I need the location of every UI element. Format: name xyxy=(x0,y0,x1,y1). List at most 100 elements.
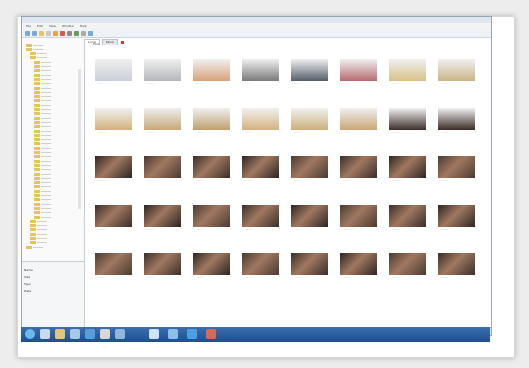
thumbnail-image xyxy=(438,107,475,130)
app-icon[interactable] xyxy=(206,329,216,339)
folder-icon xyxy=(34,73,40,77)
image-thumbnail[interactable]: ........... xyxy=(242,204,279,231)
folder-label xyxy=(41,164,51,166)
image-thumbnail[interactable]: ........... xyxy=(291,204,328,231)
image-thumbnail[interactable]: ........... xyxy=(438,156,475,182)
image-thumbnail[interactable]: ........... xyxy=(291,156,328,182)
image-thumbnail[interactable]: ........... xyxy=(144,107,181,134)
image-thumbnail[interactable]: ........... xyxy=(389,156,426,182)
image-thumbnail[interactable]: ........... xyxy=(438,59,475,85)
thumbnail-image xyxy=(193,253,230,275)
search-icon[interactable] xyxy=(149,329,159,339)
sidebar-scrollbar[interactable] xyxy=(78,69,81,209)
folder-label xyxy=(41,177,51,179)
image-thumbnail[interactable]: ........... xyxy=(291,59,328,85)
app-icon[interactable] xyxy=(168,329,178,339)
settings-icon[interactable] xyxy=(81,30,86,36)
search-icon[interactable] xyxy=(88,30,93,36)
image-thumbnail[interactable]: ........... xyxy=(340,156,377,182)
image-thumbnail[interactable]: ........... xyxy=(242,59,279,85)
image-thumbnail[interactable]: ........... xyxy=(144,156,181,182)
image-thumbnail[interactable]: ........... xyxy=(193,204,230,231)
folder-icon xyxy=(30,52,36,56)
image-thumbnail[interactable]: ........... xyxy=(438,107,475,134)
folder-label xyxy=(33,44,43,46)
image-thumbnail[interactable]: ........... xyxy=(389,107,426,134)
thumbnail-caption: ........... xyxy=(98,277,105,279)
thumbnail-image xyxy=(193,204,230,227)
folder-icon xyxy=(34,112,40,116)
media-icon[interactable] xyxy=(70,329,80,339)
folder-label xyxy=(41,134,51,136)
image-thumbnail[interactable]: ........... xyxy=(144,59,181,85)
explorer-icon[interactable] xyxy=(55,329,65,339)
image-thumbnail[interactable]: ........... xyxy=(291,253,328,279)
thumbnail-caption: ........... xyxy=(294,180,301,182)
image-thumbnail[interactable]: ........... xyxy=(193,156,230,182)
delete-icon[interactable] xyxy=(60,30,65,36)
app-icon[interactable] xyxy=(115,329,125,339)
image-thumbnail[interactable]: ........... xyxy=(340,253,377,279)
image-thumbnail[interactable]: ........... xyxy=(340,204,377,231)
toolbar xyxy=(22,29,491,38)
folder-icon xyxy=(34,168,40,172)
folder-icon[interactable] xyxy=(39,30,44,36)
app-icon[interactable] xyxy=(187,329,197,339)
thumbnail-image xyxy=(144,204,181,227)
thumbnail-caption: ........... xyxy=(343,277,350,279)
image-thumbnail[interactable]: ........... xyxy=(144,204,181,231)
image-thumbnail[interactable]: ........... xyxy=(438,204,475,231)
app-icon[interactable] xyxy=(100,329,110,339)
image-thumbnail[interactable]: ........... xyxy=(242,156,279,182)
folder-tree xyxy=(22,39,84,261)
app-icon[interactable] xyxy=(85,329,95,339)
image-thumbnail[interactable]: ........... xyxy=(438,253,475,279)
image-thumbnail[interactable]: ........... xyxy=(242,107,279,134)
folder-icon xyxy=(34,86,40,90)
prop-row: Size xyxy=(24,275,30,280)
tree-folder-item[interactable] xyxy=(26,245,43,249)
image-thumbnail[interactable]: ........... xyxy=(95,253,132,279)
close-tab-icon[interactable] xyxy=(120,41,124,44)
breadcrumb[interactable]: Files xyxy=(93,42,100,46)
image-thumbnail[interactable]: ........... xyxy=(389,59,426,85)
folder-label xyxy=(41,182,51,184)
folder-icon xyxy=(26,47,32,51)
image-thumbnail[interactable]: ........... xyxy=(95,204,132,231)
folder-icon xyxy=(34,77,40,81)
image-thumbnail[interactable]: ........... xyxy=(95,107,132,134)
image-thumbnail[interactable]: ........... xyxy=(389,253,426,279)
image-thumbnail[interactable]: ........... xyxy=(291,107,328,134)
prop-row: Date xyxy=(24,289,31,294)
copy-icon[interactable] xyxy=(46,30,51,36)
start-button-icon[interactable] xyxy=(25,329,35,339)
thumbnail-image xyxy=(340,59,377,81)
back-icon[interactable] xyxy=(25,30,30,36)
refresh-icon[interactable] xyxy=(74,30,79,36)
view-icon[interactable] xyxy=(67,30,72,36)
image-thumbnail[interactable]: ........... xyxy=(242,253,279,279)
image-thumbnail[interactable]: ........... xyxy=(193,107,230,134)
image-thumbnail[interactable]: ........... xyxy=(144,253,181,279)
image-thumbnail[interactable]: ........... xyxy=(193,59,230,85)
image-thumbnail[interactable]: ........... xyxy=(95,156,132,182)
thumbnail-caption: ........... xyxy=(294,228,301,231)
image-thumbnail[interactable]: ........... xyxy=(389,204,426,231)
image-thumbnail[interactable]: ........... xyxy=(340,107,377,134)
image-thumbnail[interactable]: ........... xyxy=(193,253,230,279)
thumbnail-image xyxy=(291,107,328,130)
thumbnail-grid: Files ..................................… xyxy=(85,42,491,327)
folder-label xyxy=(37,225,47,227)
folder-icon xyxy=(34,95,40,99)
image-thumbnail[interactable]: ........... xyxy=(95,59,132,85)
folder-label xyxy=(41,104,51,106)
paste-icon[interactable] xyxy=(53,30,58,36)
ie-icon[interactable] xyxy=(40,329,50,339)
folder-label xyxy=(41,109,51,110)
image-thumbnail[interactable]: ........... xyxy=(340,59,377,85)
thumbnail-caption: ........... xyxy=(441,277,448,279)
forward-icon[interactable] xyxy=(32,30,37,36)
thumbnail-image xyxy=(95,59,132,81)
thumbnail-caption: ........... xyxy=(441,228,448,231)
thumbnail-caption: ........... xyxy=(245,83,252,85)
